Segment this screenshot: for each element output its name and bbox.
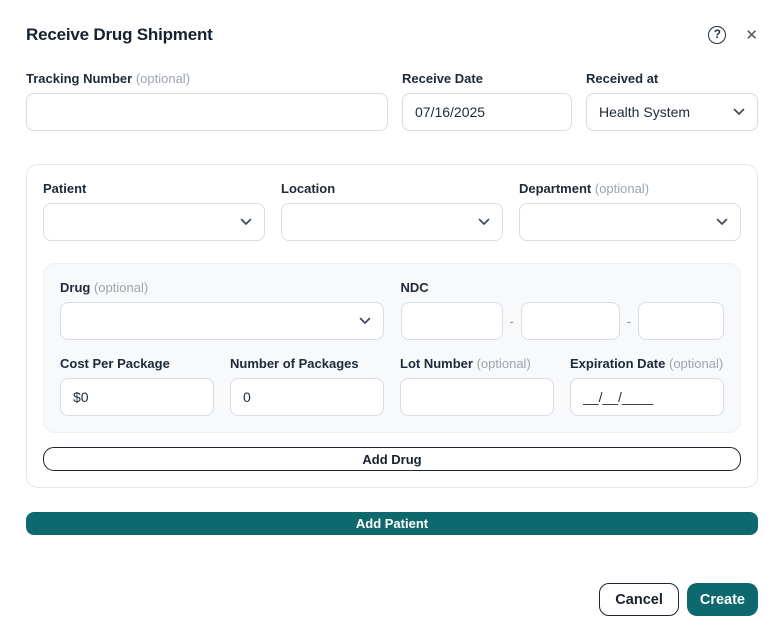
chevron-down-icon (359, 317, 371, 325)
close-icon[interactable]: ✕ (745, 28, 758, 43)
department-field-group: Department (optional) (519, 181, 741, 241)
receive-drug-shipment-modal: Receive Drug Shipment ? ✕ Tracking Numbe… (0, 0, 784, 616)
drug-select[interactable] (60, 302, 384, 340)
patient-label: Patient (43, 181, 265, 196)
expiration-date-field-group: Expiration Date (optional) (570, 356, 724, 416)
cost-per-package-label: Cost Per Package (60, 356, 214, 371)
location-label: Location (281, 181, 503, 196)
shipment-info-row: Tracking Number (optional) Receive Date … (26, 71, 758, 131)
received-at-label: Received at (586, 71, 758, 86)
drug-field-group: Drug (optional) (60, 280, 384, 340)
department-label: Department (optional) (519, 181, 741, 196)
patient-select[interactable] (43, 203, 265, 241)
number-of-packages-label: Number of Packages (230, 356, 384, 371)
patient-card: Patient Location Department (26, 164, 758, 488)
modal-footer: Cancel Create (26, 583, 758, 616)
expiration-date-input[interactable] (570, 378, 724, 416)
number-of-packages-input[interactable] (230, 378, 384, 416)
lot-number-input[interactable] (400, 378, 554, 416)
ndc-separator: - (627, 314, 631, 329)
cost-per-package-field-group: Cost Per Package (60, 356, 214, 416)
chevron-down-icon (716, 218, 728, 226)
drug-ndc-row: Drug (optional) NDC - - (60, 280, 724, 340)
received-at-value: Health System (599, 104, 690, 120)
receive-date-input[interactable] (402, 93, 572, 131)
ndc-field-group: NDC - - (401, 280, 725, 340)
lot-number-field-group: Lot Number (optional) (400, 356, 554, 416)
received-at-field-group: Received at Health System (586, 71, 758, 131)
drug-details-row: Cost Per Package Number of Packages Lot … (60, 356, 724, 416)
ndc-segment-1-input[interactable] (401, 302, 503, 340)
location-field-group: Location (281, 181, 503, 241)
received-at-select[interactable]: Health System (586, 93, 758, 131)
chevron-down-icon (478, 218, 490, 226)
ndc-label: NDC (401, 280, 725, 295)
create-button[interactable]: Create (687, 583, 758, 616)
add-patient-button[interactable]: Add Patient (26, 512, 758, 535)
drug-panel: Drug (optional) NDC - - (43, 263, 741, 433)
patient-field-group: Patient (43, 181, 265, 241)
tracking-number-input[interactable] (26, 93, 388, 131)
lot-number-label: Lot Number (optional) (400, 356, 554, 371)
help-icon[interactable]: ? (708, 26, 726, 44)
add-drug-button[interactable]: Add Drug (43, 447, 741, 471)
page-title: Receive Drug Shipment (26, 25, 213, 45)
tracking-number-field-group: Tracking Number (optional) (26, 71, 388, 131)
receive-date-label: Receive Date (402, 71, 572, 86)
modal-header: Receive Drug Shipment ? ✕ (26, 24, 758, 46)
cost-per-package-input[interactable] (60, 378, 214, 416)
number-of-packages-field-group: Number of Packages (230, 356, 384, 416)
chevron-down-icon (240, 218, 252, 226)
drug-label: Drug (optional) (60, 280, 384, 295)
cancel-button[interactable]: Cancel (599, 583, 679, 616)
expiration-date-label: Expiration Date (optional) (570, 356, 724, 371)
patient-row: Patient Location Department (43, 181, 741, 241)
ndc-separator: - (510, 314, 514, 329)
chevron-down-icon (733, 108, 745, 116)
department-select[interactable] (519, 203, 741, 241)
ndc-segment-3-input[interactable] (638, 302, 724, 340)
tracking-number-label: Tracking Number (optional) (26, 71, 388, 86)
ndc-segment-2-input[interactable] (521, 302, 620, 340)
location-select[interactable] (281, 203, 503, 241)
receive-date-field-group: Receive Date (402, 71, 572, 131)
